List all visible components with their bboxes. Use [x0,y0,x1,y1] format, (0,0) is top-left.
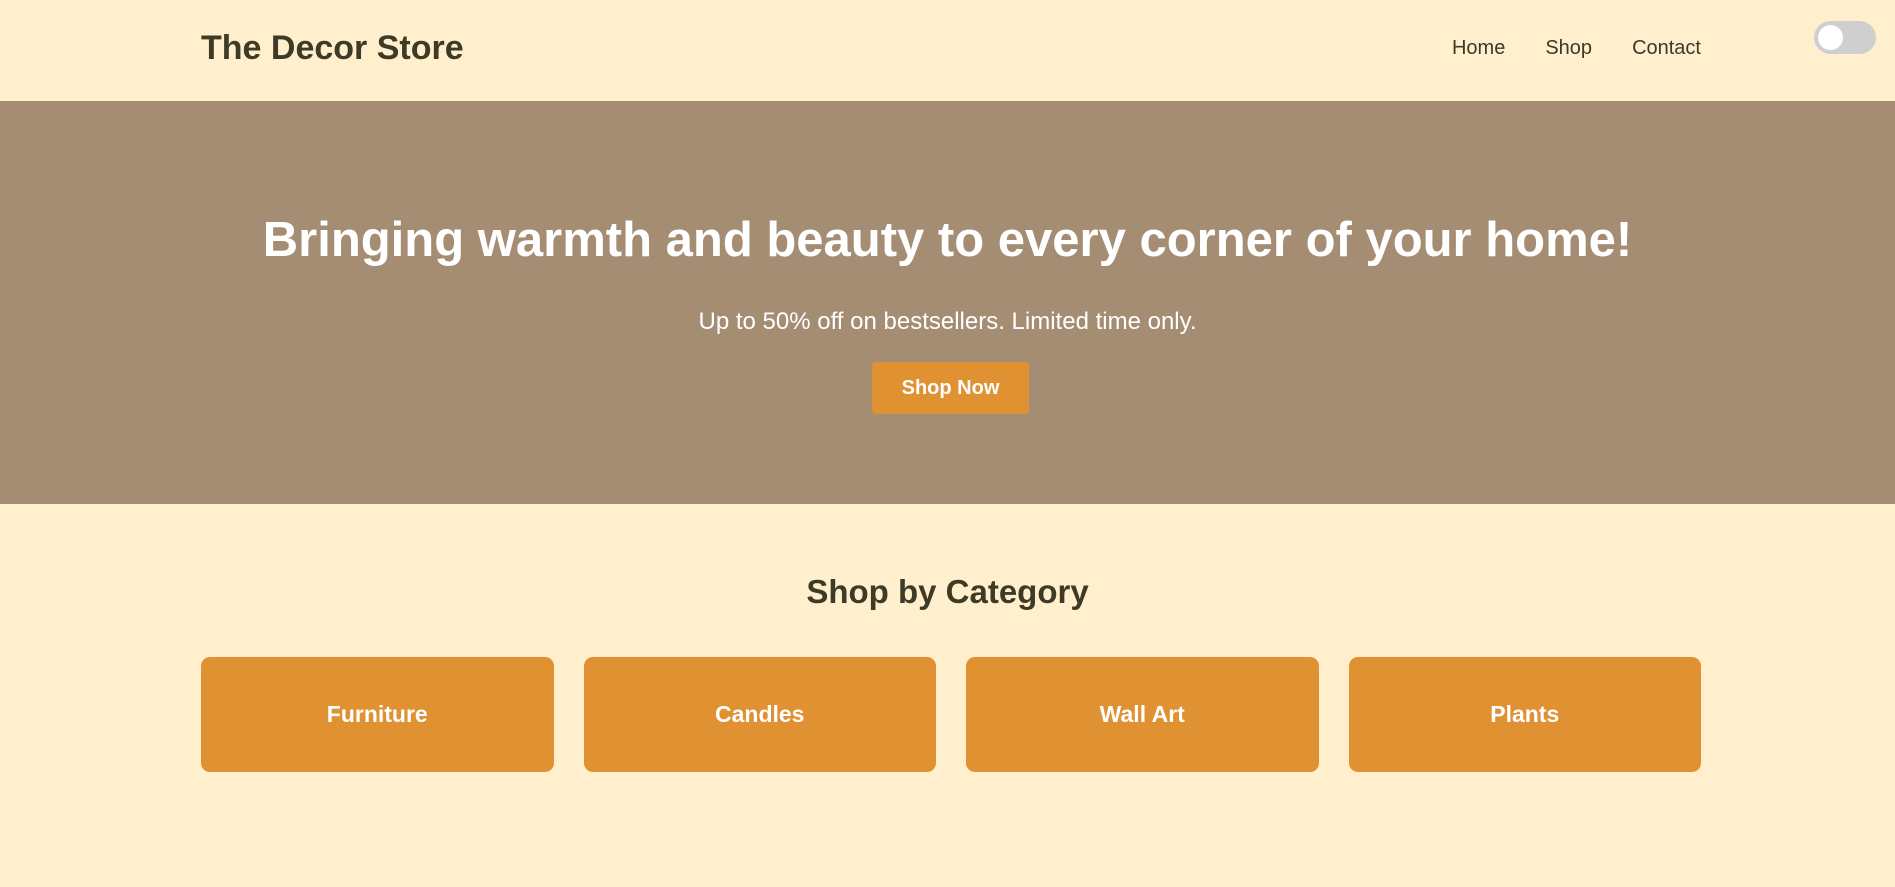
category-section: Shop by Category Furniture Candles Wall … [0,504,1895,887]
nav-link-shop[interactable]: Shop [1545,36,1592,60]
site-header: The Decor Store Home Shop Contact [0,0,1895,101]
theme-toggle[interactable] [1814,21,1876,54]
category-card-candles[interactable]: Candles [583,657,936,772]
brand-logo[interactable]: The Decor Store [201,28,464,68]
category-card-furniture[interactable]: Furniture [201,657,554,772]
hero-subtitle: Up to 50% off on bestsellers. Limited ti… [698,308,1197,335]
category-card-plants[interactable]: Plants [1348,657,1701,772]
main-nav: Home Shop Contact [1452,36,1701,60]
hero-banner: Bringing warmth and beauty to every corn… [0,101,1895,504]
toggle-knob [1818,25,1843,50]
nav-link-home[interactable]: Home [1452,36,1505,60]
category-card-wall-art[interactable]: Wall Art [966,657,1319,772]
hero-title: Bringing warmth and beauty to every corn… [262,213,1633,267]
category-grid: Furniture Candles Wall Art Plants [201,657,1701,772]
shop-now-button[interactable]: Shop Now [872,362,1029,414]
nav-link-contact[interactable]: Contact [1632,36,1701,60]
category-heading: Shop by Category [806,573,1089,610]
